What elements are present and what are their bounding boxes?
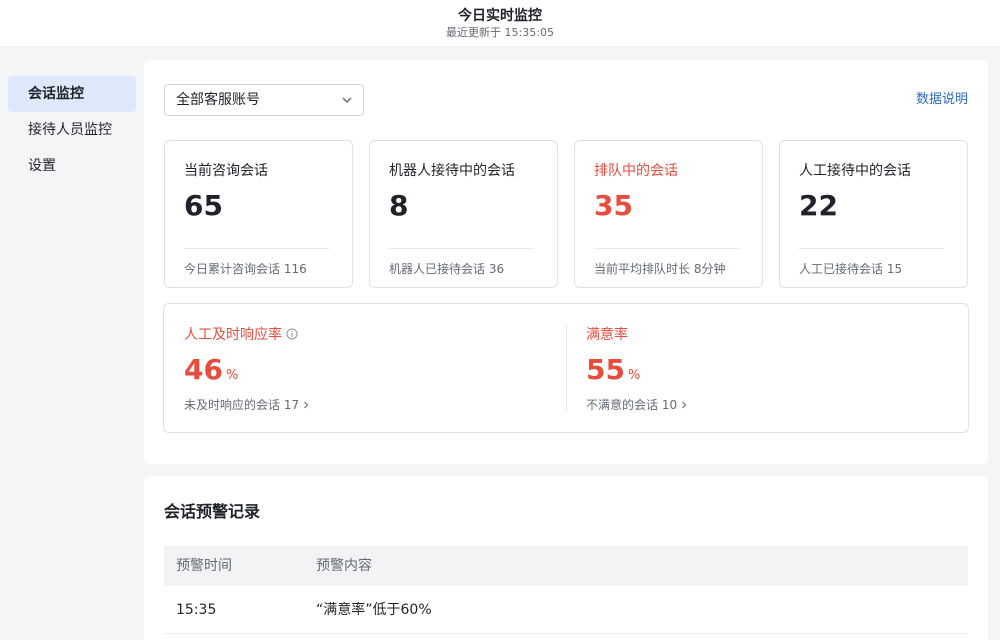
alert-records-panel: 会话预警记录 预警时间 预警内容 15:35 “满意率”低于60% [144,476,988,640]
sidebar-item-session-monitor[interactable]: 会话监控 [8,76,136,112]
unresponded-sessions-link[interactable]: 未及时响应的会话 17 [184,397,310,413]
metric-value: 65 [184,189,223,222]
metric-value: 8 [389,189,409,222]
column-header-content: 预警内容 [316,558,372,574]
metric-label: 机器人接待中的会话 [389,163,515,179]
overview-panel: 全部客服账号 数据说明 当前咨询会话 65 今日累计咨询会话 116 机器人接待… [144,60,988,464]
table-header: 预警时间 预警内容 [164,546,968,586]
chevron-down-icon [342,97,352,103]
unsatisfied-sessions-text: 不满意的会话 10 [586,398,678,412]
chevron-right-icon [304,401,309,409]
metric-cards: 当前咨询会话 65 今日累计咨询会话 116 机器人接待中的会话 8 机器人已接… [164,140,968,288]
alert-content: “满意率”低于60% [316,602,432,618]
metric-card-queued-sessions: 排队中的会话 35 当前平均排队时长 8分钟 [574,140,763,288]
satisfaction-rate-value: 55 [586,353,625,386]
metric-footnote: 当前平均排队时长 8分钟 [594,262,726,276]
account-select-value: 全部客服账号 [176,92,260,108]
divider [799,248,944,249]
sidebar: 会话监控 接待人员监控 设置 [8,76,136,184]
response-rate-label-row: 人工及时响应率 [184,326,298,344]
divider [594,248,739,249]
response-rate-value: 46 [184,353,223,386]
top-bar: 今日实时监控 最近更新于 15:35:05 [0,0,1000,47]
response-rate-section: 人工及时响应率 46% 未及时响应的会话 17 [164,304,564,434]
metric-card-current-sessions: 当前咨询会话 65 今日累计咨询会话 116 [164,140,353,288]
response-rate-value-row: 46% [184,353,238,387]
metric-footnote: 今日累计咨询会话 116 [184,262,307,276]
rate-card: 人工及时响应率 46% 未及时响应的会话 17 满意率 55% 不满意的会话 1… [163,303,969,433]
response-rate-label: 人工及时响应率 [184,327,282,343]
divider [389,248,534,249]
satisfaction-rate-value-row: 55% [586,353,640,387]
alert-table: 预警时间 预警内容 15:35 “满意率”低于60% [164,546,968,634]
alert-time: 15:35 [176,602,217,618]
chevron-right-icon [682,401,687,409]
divider [184,248,329,249]
page-title: 今日实时监控 [458,8,542,24]
unsatisfied-sessions-link[interactable]: 不满意的会话 10 [586,397,688,413]
metric-card-human-sessions: 人工接待中的会话 22 人工已接待会话 15 [779,140,968,288]
metric-card-bot-sessions: 机器人接待中的会话 8 机器人已接待会话 36 [369,140,558,288]
satisfaction-rate-label: 满意率 [586,327,628,343]
metric-footnote: 机器人已接待会话 36 [389,262,505,276]
data-description-link[interactable]: 数据说明 [916,92,968,108]
satisfaction-rate-section: 满意率 55% 不满意的会话 10 [566,304,966,434]
metric-label: 人工接待中的会话 [799,163,911,179]
column-header-time: 预警时间 [176,558,232,574]
metric-label: 排队中的会话 [594,163,678,179]
metric-label: 当前咨询会话 [184,163,268,179]
unresponded-sessions-text: 未及时响应的会话 17 [184,398,300,412]
last-updated-text: 最近更新于 15:35:05 [446,26,554,39]
table-row: 15:35 “满意率”低于60% [164,586,968,634]
alert-records-title: 会话预警记录 [164,502,261,521]
sidebar-item-agent-monitor[interactable]: 接待人员监控 [8,112,136,148]
sidebar-item-settings[interactable]: 设置 [8,148,136,184]
account-select[interactable]: 全部客服账号 [164,84,364,116]
metric-value: 22 [799,189,838,222]
percent-unit: % [627,368,641,383]
info-icon[interactable] [286,328,298,340]
percent-unit: % [225,368,239,383]
metric-footnote: 人工已接待会话 15 [799,262,903,276]
metric-value: 35 [594,189,633,222]
